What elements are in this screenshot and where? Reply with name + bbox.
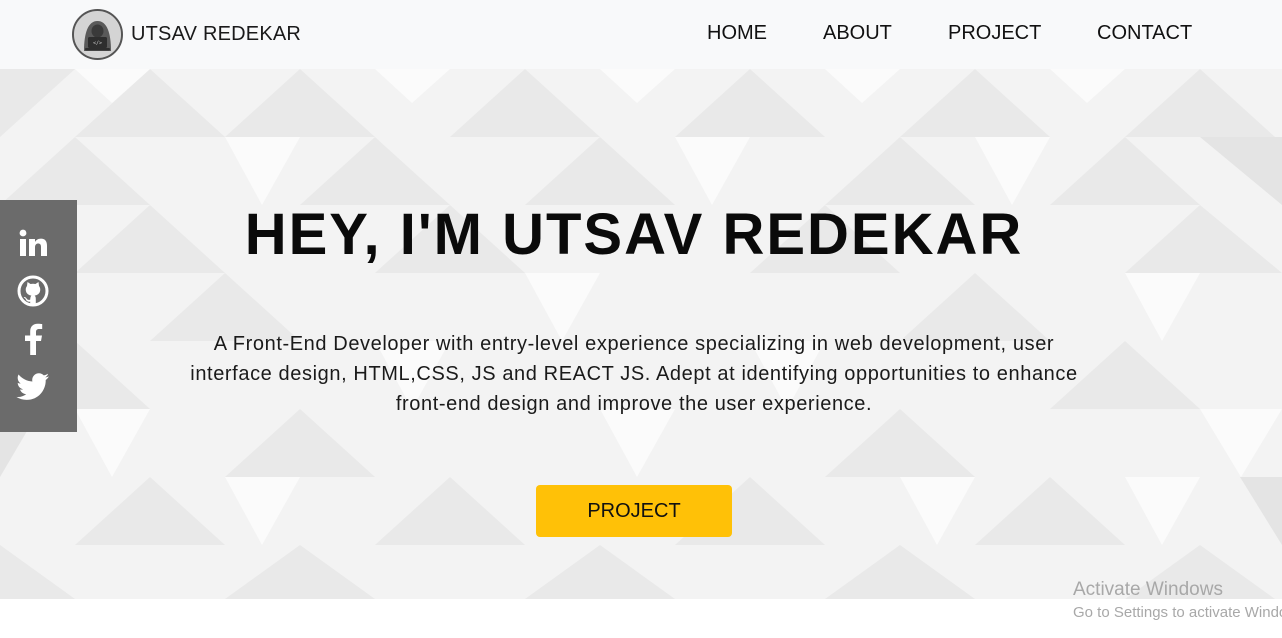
nav-contact-link[interactable]: CONTACT bbox=[1097, 22, 1192, 45]
intro-line-2: interface design, HTML,CSS, JS and REACT… bbox=[190, 363, 1078, 385]
nav-about-link[interactable]: ABOUT bbox=[823, 22, 892, 45]
svg-text:</>: </> bbox=[93, 41, 102, 47]
facebook-icon[interactable] bbox=[16, 322, 50, 356]
brand[interactable]: </> UTSAV REDEKAR bbox=[72, 9, 301, 60]
social-sidebar bbox=[0, 200, 77, 432]
hero-section: HEY, I'M UTSAV REDEKAR A Front-End Devel… bbox=[0, 69, 1282, 599]
linkedin-icon[interactable] bbox=[16, 226, 50, 260]
activate-windows-title: Activate Windows bbox=[1073, 579, 1223, 600]
activate-windows-subtitle: Go to Settings to activate Windows. bbox=[1073, 604, 1282, 621]
hero-intro-text: A Front-End Developer with entry-level e… bbox=[160, 329, 1108, 419]
brand-name: UTSAV REDEKAR bbox=[131, 23, 302, 45]
github-icon[interactable] bbox=[16, 274, 50, 308]
hacker-laptop-avatar-icon: </> bbox=[72, 9, 123, 60]
intro-line-1: A Front-End Developer with entry-level e… bbox=[213, 333, 1055, 355]
twitter-icon[interactable] bbox=[16, 370, 50, 404]
nav-project-link[interactable]: PROJECT bbox=[948, 22, 1041, 45]
project-cta-button[interactable]: PROJECT bbox=[536, 485, 732, 537]
nav-home-link[interactable]: HOME bbox=[707, 22, 767, 45]
intro-line-3: front-end design and improve the user ex… bbox=[395, 393, 873, 415]
hero-headline: HEY, I'M UTSAV REDEKAR bbox=[244, 202, 1024, 267]
navbar: </> UTSAV REDEKAR HOME ABOUT PROJECT CON… bbox=[0, 0, 1282, 69]
